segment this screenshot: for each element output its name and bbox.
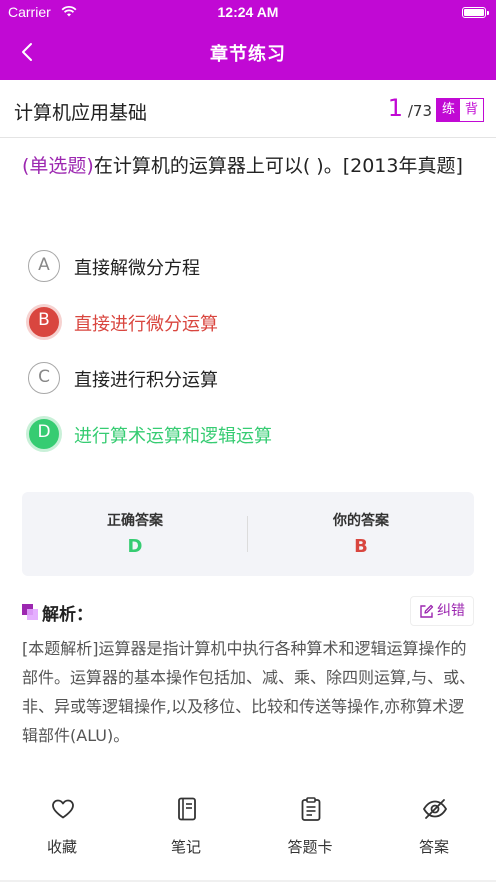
analysis-title: 解析：: [42, 605, 93, 625]
option-text: 进行算术运算和逻辑运算: [74, 426, 272, 447]
question-progress: 1 /73: [388, 94, 432, 122]
option-letter: C: [28, 362, 60, 394]
bottom-toolbar: 收藏 笔记 答题卡 答案: [0, 782, 496, 882]
your-answer-label: 你的答案: [333, 513, 389, 529]
correct-answer-label: 正确答案: [107, 513, 163, 529]
tab-answer-card[interactable]: 答题卡: [248, 796, 372, 866]
option-letter: B: [26, 304, 62, 340]
correct-answer: 正确答案 D: [22, 492, 248, 576]
mode-recite[interactable]: 背: [460, 99, 483, 121]
report-error-label: 纠错: [437, 603, 465, 619]
analysis-mark-icon: [22, 604, 38, 620]
option-text: 直接解微分方程: [74, 258, 200, 279]
tab-label: 笔记: [170, 838, 201, 856]
mode-toggle[interactable]: 练 背: [436, 98, 484, 122]
analysis-header: 解析： 纠错: [22, 596, 474, 628]
report-error-button[interactable]: 纠错: [410, 596, 474, 626]
subject-name: 计算机应用基础: [14, 102, 148, 124]
answer-summary: 正确答案 D 你的答案 B: [22, 492, 474, 576]
tab-label: 收藏: [46, 838, 77, 856]
tab-answer[interactable]: 答案: [372, 796, 496, 866]
option-b[interactable]: B 直接进行微分运算: [26, 304, 468, 340]
subject-header: 计算机应用基础 1 /73 练 背: [0, 80, 496, 138]
question-type: (单选题): [22, 155, 94, 177]
analysis-text: [本题解析]运算器是指计算机中执行各种算术和逻辑运算操作的部件。运算器的基本操作…: [22, 639, 476, 745]
tab-label: 答题卡: [287, 838, 333, 856]
status-bar: Carrier 12:24 AM: [0, 0, 496, 26]
tab-favorite[interactable]: 收藏: [0, 796, 124, 866]
option-letter: A: [28, 250, 60, 282]
option-text: 直接进行积分运算: [74, 370, 218, 391]
option-c[interactable]: C 直接进行积分运算: [28, 362, 468, 396]
battery-icon: [462, 7, 489, 18]
nav-bar: 章节练习: [0, 26, 496, 80]
correct-answer-value: D: [127, 536, 143, 557]
question-text: (单选题)在计算机的运算器上可以( )。[2013年真题]: [22, 148, 478, 185]
heart-icon: [52, 799, 74, 819]
option-letter: D: [26, 416, 62, 452]
current-question-number: 1: [387, 94, 404, 122]
your-answer-value: B: [354, 536, 368, 557]
option-d[interactable]: D 进行算术运算和逻辑运算: [26, 416, 468, 452]
question-body: 在计算机的运算器上可以( )。[2013年真题]: [93, 155, 463, 177]
eye-off-icon: [422, 799, 448, 819]
tab-label: 答案: [418, 838, 449, 856]
option-text: 直接进行微分运算: [74, 314, 218, 335]
option-a[interactable]: A 直接解微分方程: [28, 250, 468, 284]
mode-practice[interactable]: 练: [437, 99, 460, 121]
edit-icon: [420, 604, 434, 618]
notebook-icon: [178, 797, 196, 821]
status-time: 12:24 AM: [217, 4, 279, 20]
answer-card-icon: [301, 797, 321, 821]
your-answer: 你的答案 B: [248, 492, 474, 576]
page-title: 章节练习: [210, 44, 286, 65]
tab-notes[interactable]: 笔记: [124, 796, 248, 866]
total-questions: /73: [407, 102, 432, 120]
top-bar: Carrier 12:24 AM 章节练习: [0, 0, 496, 80]
